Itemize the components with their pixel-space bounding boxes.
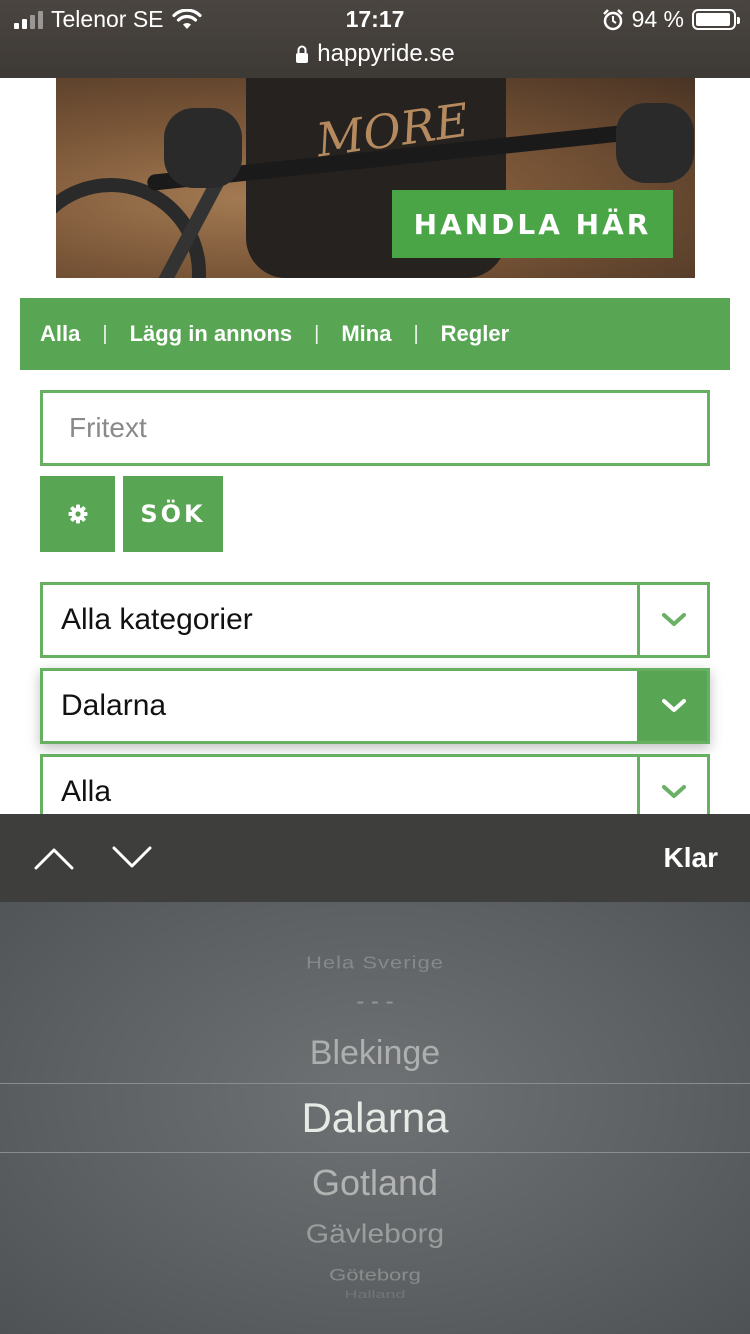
address-bar[interactable]: happyride.se (0, 40, 750, 68)
url-text: happyride.se (317, 40, 455, 67)
nav-item-mine[interactable]: Mina (341, 321, 391, 347)
region-picker-wheel[interactable]: Hela Sverige - - - Blekinge Dalarna Gotl… (0, 902, 750, 1334)
status-right: 94 % (602, 6, 740, 33)
picker-option-selected[interactable]: Dalarna (0, 1094, 750, 1142)
glove-left-graphic (164, 108, 242, 188)
chevron-down-icon (637, 585, 707, 655)
selection-divider (0, 1083, 750, 1084)
settings-button[interactable] (40, 476, 115, 552)
battery-icon (692, 9, 740, 30)
nav-item-alla[interactable]: Alla (40, 321, 80, 347)
picker-option[interactable]: Gotland (0, 1162, 750, 1204)
selection-divider (0, 1152, 750, 1153)
done-button[interactable]: Klar (664, 814, 718, 902)
nav-item-post-ad[interactable]: Lägg in annons (130, 321, 293, 347)
glove-right-graphic (616, 103, 694, 183)
picker-option[interactable]: - - - (0, 988, 750, 1016)
previous-field-button[interactable] (30, 838, 78, 878)
bike-wheel-graphic (56, 178, 206, 278)
alarm-icon (602, 8, 623, 30)
next-field-button[interactable] (108, 838, 156, 878)
category-select-value: Alla kategorier (61, 603, 253, 636)
shop-here-button[interactable]: HANDLA HÄR (392, 190, 673, 258)
picker-option[interactable]: Göteborg (0, 1265, 750, 1285)
category-select[interactable]: Alla kategorier (40, 582, 710, 658)
picker-option[interactable]: Halland (0, 1288, 750, 1301)
nav-separator: | (102, 322, 108, 345)
picker-option[interactable]: Blekinge (0, 1034, 750, 1073)
chevron-down-icon (112, 846, 152, 868)
nav-separator: | (413, 322, 419, 345)
chevron-down-icon (637, 671, 707, 741)
search-input[interactable] (40, 390, 710, 466)
nav-separator: | (314, 322, 320, 345)
region-select[interactable]: Dalarna (40, 668, 710, 744)
lock-icon (296, 45, 309, 63)
classifieds-nav: Alla | Lägg in annons | Mina | Regler (20, 298, 730, 370)
status-bar: Telenor SE 17:17 94 % happyride.se (0, 0, 750, 78)
classifieds-panel: Alla | Lägg in annons | Mina | Regler SÖ… (20, 298, 730, 830)
picker-option[interactable]: Gävleborg (0, 1221, 750, 1250)
region-select-value: Dalarna (61, 689, 167, 722)
battery-fill (696, 13, 730, 26)
nav-item-rules[interactable]: Regler (441, 321, 509, 347)
gear-icon (68, 504, 87, 524)
battery-percent: 94 % (631, 6, 684, 32)
chevron-up-icon (34, 848, 74, 870)
picker-toolbar: Klar (0, 814, 750, 902)
picker-option[interactable]: Hela Sverige (0, 953, 750, 974)
search-button[interactable]: SÖK (123, 476, 223, 552)
promo-banner[interactable]: MORE HANDLA HÄR (56, 78, 695, 278)
